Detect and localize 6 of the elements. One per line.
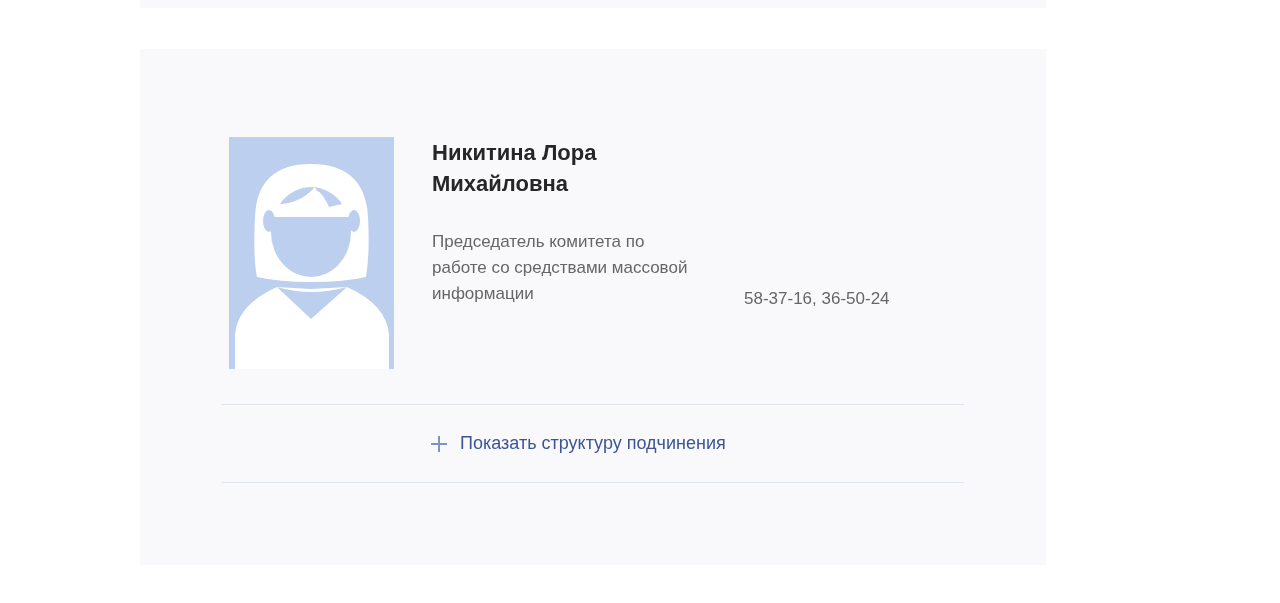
phone-number: 58-37-16, 36-50-24 (744, 289, 890, 310)
structure-toggle[interactable]: Показать структуру подчинения (430, 433, 726, 454)
person-name: Никитина Лора Михайловна (432, 139, 598, 198)
plus-icon (430, 434, 448, 453)
person-position: Председатель комитета по работе со средствами массовой информации (432, 231, 689, 305)
avatar-icon (229, 137, 394, 369)
